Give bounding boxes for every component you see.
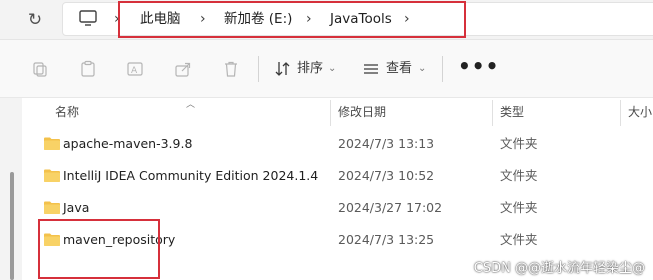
column-separator[interactable] — [492, 100, 493, 126]
sort-chevron-down-icon[interactable]: ⌄ — [328, 60, 336, 78]
folder-icon — [44, 137, 60, 150]
file-name: Java — [63, 200, 90, 215]
list-item[interactable]: apache-maven-3.9.8 2024/7/3 13:13 文件夹 — [30, 129, 653, 159]
file-type: 文件夹 — [500, 168, 538, 183]
column-separator[interactable] — [330, 100, 331, 126]
cut-icon[interactable] — [31, 60, 49, 78]
view-icon[interactable] — [362, 60, 380, 78]
file-date: 2024/3/27 17:02 — [338, 200, 443, 215]
file-date: 2024/7/3 13:25 — [338, 232, 435, 247]
column-separator[interactable] — [620, 100, 621, 126]
column-header-date[interactable]: 修改日期 — [338, 104, 386, 120]
view-chevron-down-icon[interactable]: ⌄ — [418, 60, 426, 78]
share-icon[interactable] — [174, 60, 192, 78]
file-type: 文件夹 — [500, 200, 538, 215]
file-type: 文件夹 — [500, 136, 538, 151]
column-header-size[interactable]: 大小 — [628, 104, 652, 120]
highlight-box-maven-repository — [38, 219, 160, 279]
toolbar-separator — [442, 56, 443, 82]
column-header-type[interactable]: 类型 — [500, 104, 524, 120]
computer-icon[interactable] — [78, 8, 98, 28]
rename-icon[interactable]: A — [126, 60, 144, 78]
folder-icon — [44, 201, 60, 214]
file-date: 2024/7/3 10:52 — [338, 168, 435, 183]
view-button[interactable]: 查看 — [386, 60, 412, 78]
highlight-box-breadcrumb — [118, 1, 466, 38]
watermark: CSDN @@逝水流年轻染尘@ — [473, 261, 645, 276]
folder-icon — [44, 169, 60, 182]
list-item[interactable]: IntelliJ IDEA Community Edition 2024.1.4… — [30, 161, 653, 191]
more-options-icon[interactable]: ••• — [458, 56, 499, 76]
command-toolbar: A 排序 ⌄ 查看 ⌄ ••• — [0, 40, 653, 98]
sort-icon[interactable] — [274, 60, 292, 78]
refresh-icon[interactable]: ↻ — [24, 9, 46, 31]
sort-ascending-icon: ︿ — [186, 100, 196, 110]
navigation-scrollbar-thumb[interactable] — [10, 172, 14, 280]
file-date: 2024/7/3 13:13 — [338, 136, 435, 151]
delete-icon[interactable] — [222, 60, 240, 78]
file-name: IntelliJ IDEA Community Edition 2024.1.4 — [63, 168, 319, 183]
file-name: apache-maven-3.9.8 — [63, 136, 193, 151]
toolbar-separator — [258, 56, 259, 82]
svg-text:A: A — [131, 66, 138, 76]
paste-icon[interactable] — [79, 60, 97, 78]
file-type: 文件夹 — [500, 232, 538, 247]
sort-button[interactable]: 排序 — [297, 60, 323, 78]
column-header-name[interactable]: 名称 — [55, 104, 79, 120]
